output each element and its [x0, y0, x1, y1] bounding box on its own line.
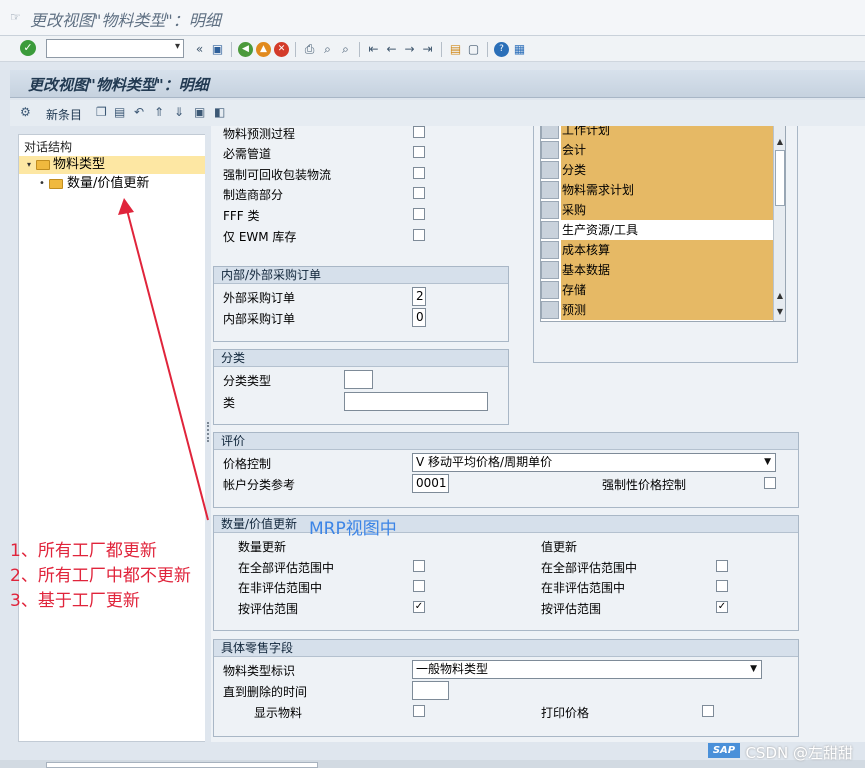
- annotation-arrow: [118, 198, 209, 521]
- annotation-line-2: 2、所有工厂中都不更新: [10, 566, 191, 586]
- watermark: CSDN @左甜甜: [745, 744, 853, 762]
- annotation-line-1: 1、所有工厂都更新: [10, 541, 157, 561]
- sap-logo: SAP: [708, 743, 740, 758]
- status-bar: [0, 760, 865, 768]
- status-field: [46, 762, 318, 768]
- annotation-line-3: 3、基于工厂更新: [10, 591, 140, 611]
- mrp-view-note: MRP视图中: [309, 519, 397, 539]
